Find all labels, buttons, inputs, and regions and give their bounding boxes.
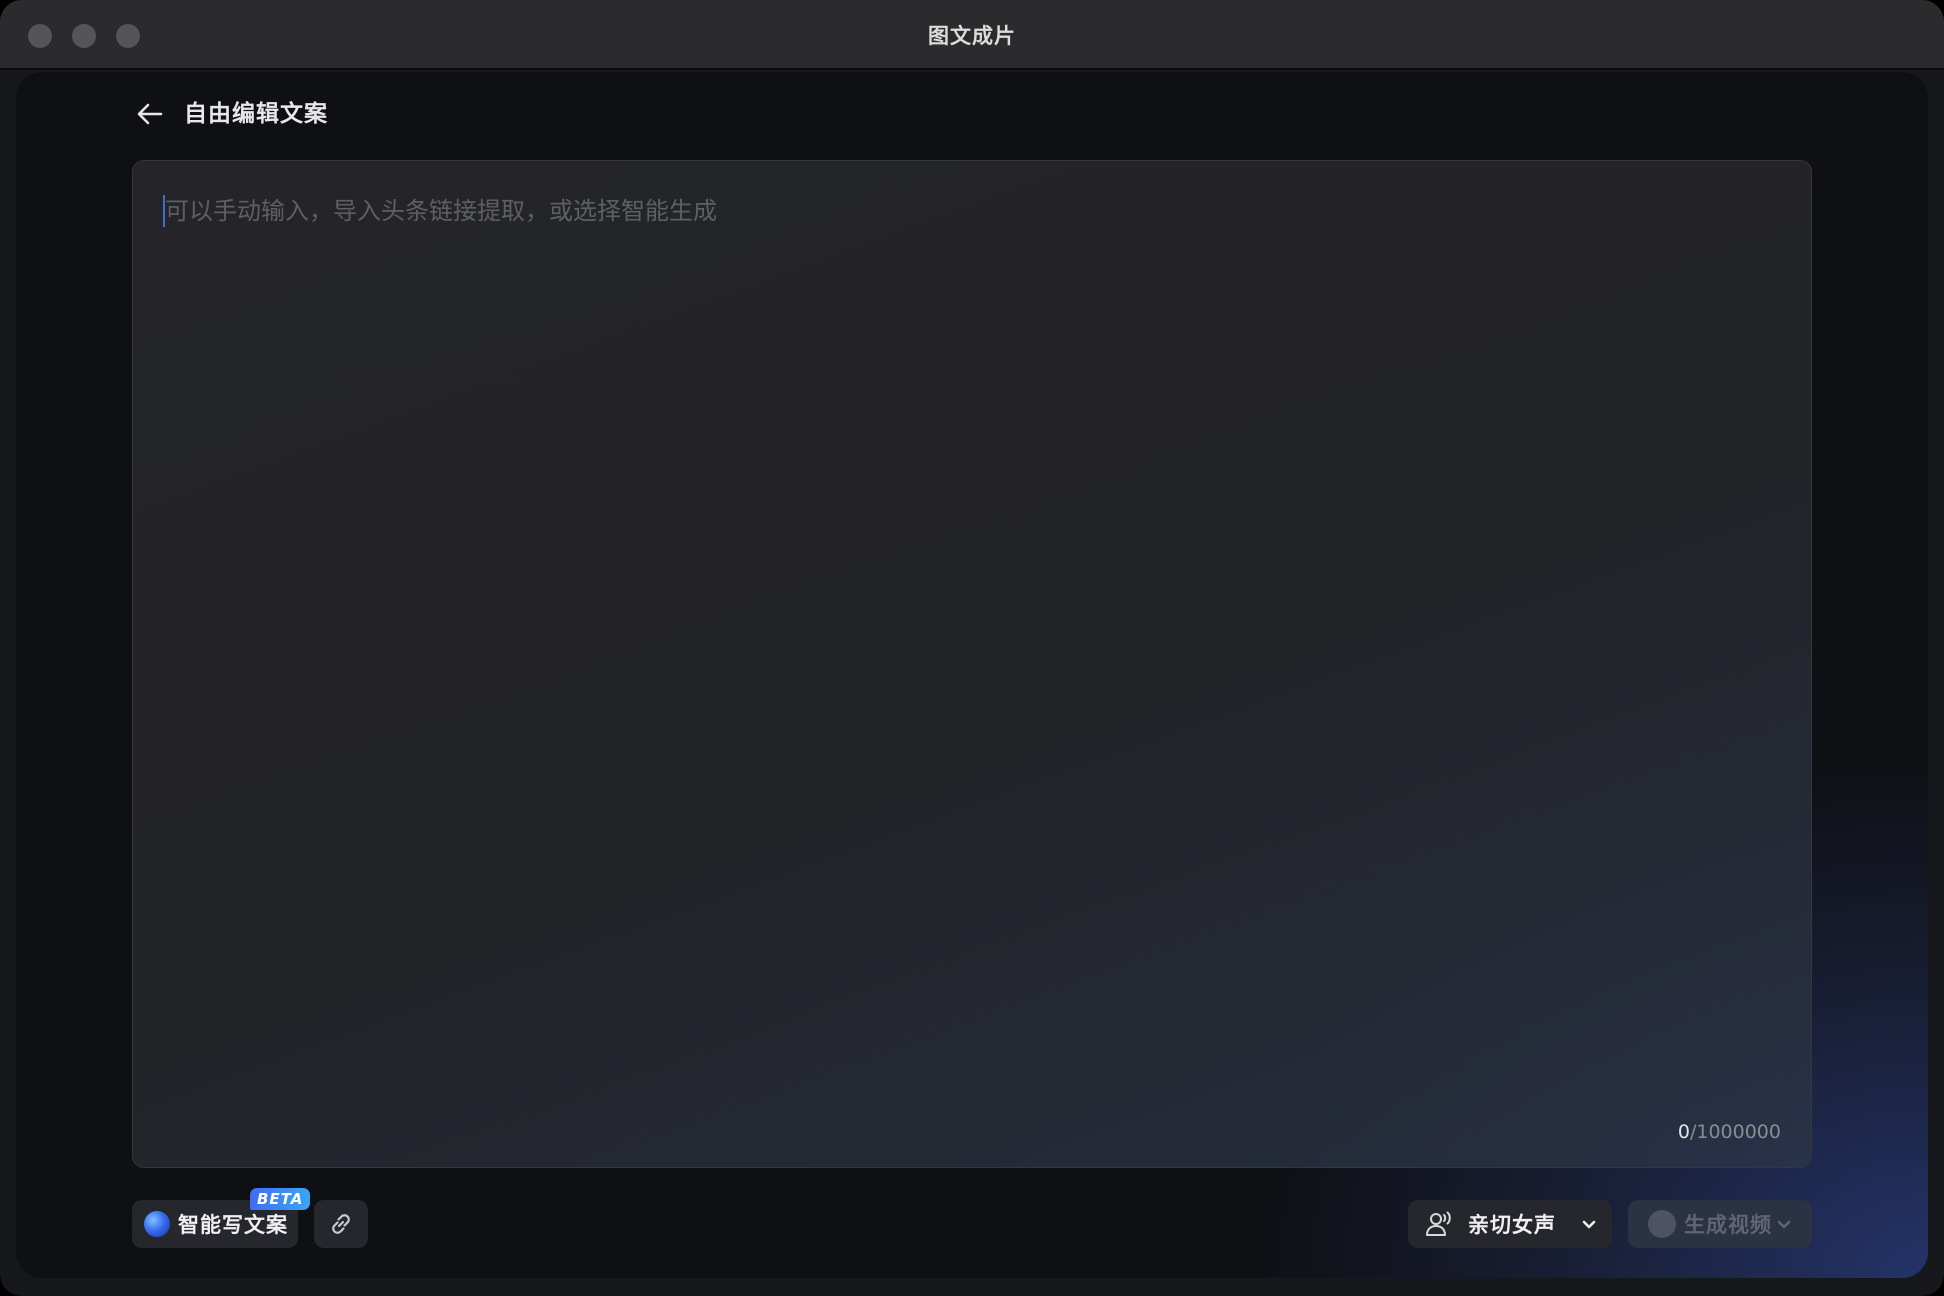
link-icon [332,1214,350,1234]
char-count: 0 [1677,1121,1690,1143]
main-panel: 自由编辑文案 0/1000000 智能写文案 BETA [16,72,1928,1278]
import-link-button[interactable] [314,1200,368,1248]
app-window: 图文成片 自由编辑文案 0/1000000 智能写文案 BETA [0,0,1944,1296]
generate-orb-icon [1648,1210,1676,1238]
chevron-down-icon [1582,1220,1596,1229]
ai-orb-icon [144,1211,170,1237]
text-caret [163,195,165,227]
generate-video-button[interactable]: 生成视频 [1628,1200,1812,1248]
ai-write-button[interactable]: 智能写文案 BETA [132,1188,311,1248]
generate-video-label: 生成视频 [1684,1213,1772,1237]
back-button[interactable] [132,96,168,132]
page-title: 自由编辑文案 [184,101,328,127]
char-limit: /1000000 [1689,1121,1781,1143]
title-bar: 图文成片 [0,0,1944,70]
voice-select[interactable]: 亲切女声 [1408,1200,1612,1248]
ai-write-label: 智能写文案 [178,1213,288,1237]
voice-person-icon [1426,1211,1451,1236]
voice-label: 亲切女声 [1468,1213,1556,1237]
arrow-left-icon [137,103,163,125]
copy-text-input[interactable] [163,191,1767,1095]
beta-badge: BETA [250,1188,311,1210]
copy-editor: 0/1000000 [132,160,1812,1168]
bottom-toolbar: 智能写文案 BETA 亲切女声 生成视频 [132,1188,1812,1248]
chevron-down-icon [1777,1220,1791,1229]
char-counter: 0/1000000 [1678,1121,1781,1143]
window-title: 图文成片 [928,24,1016,48]
